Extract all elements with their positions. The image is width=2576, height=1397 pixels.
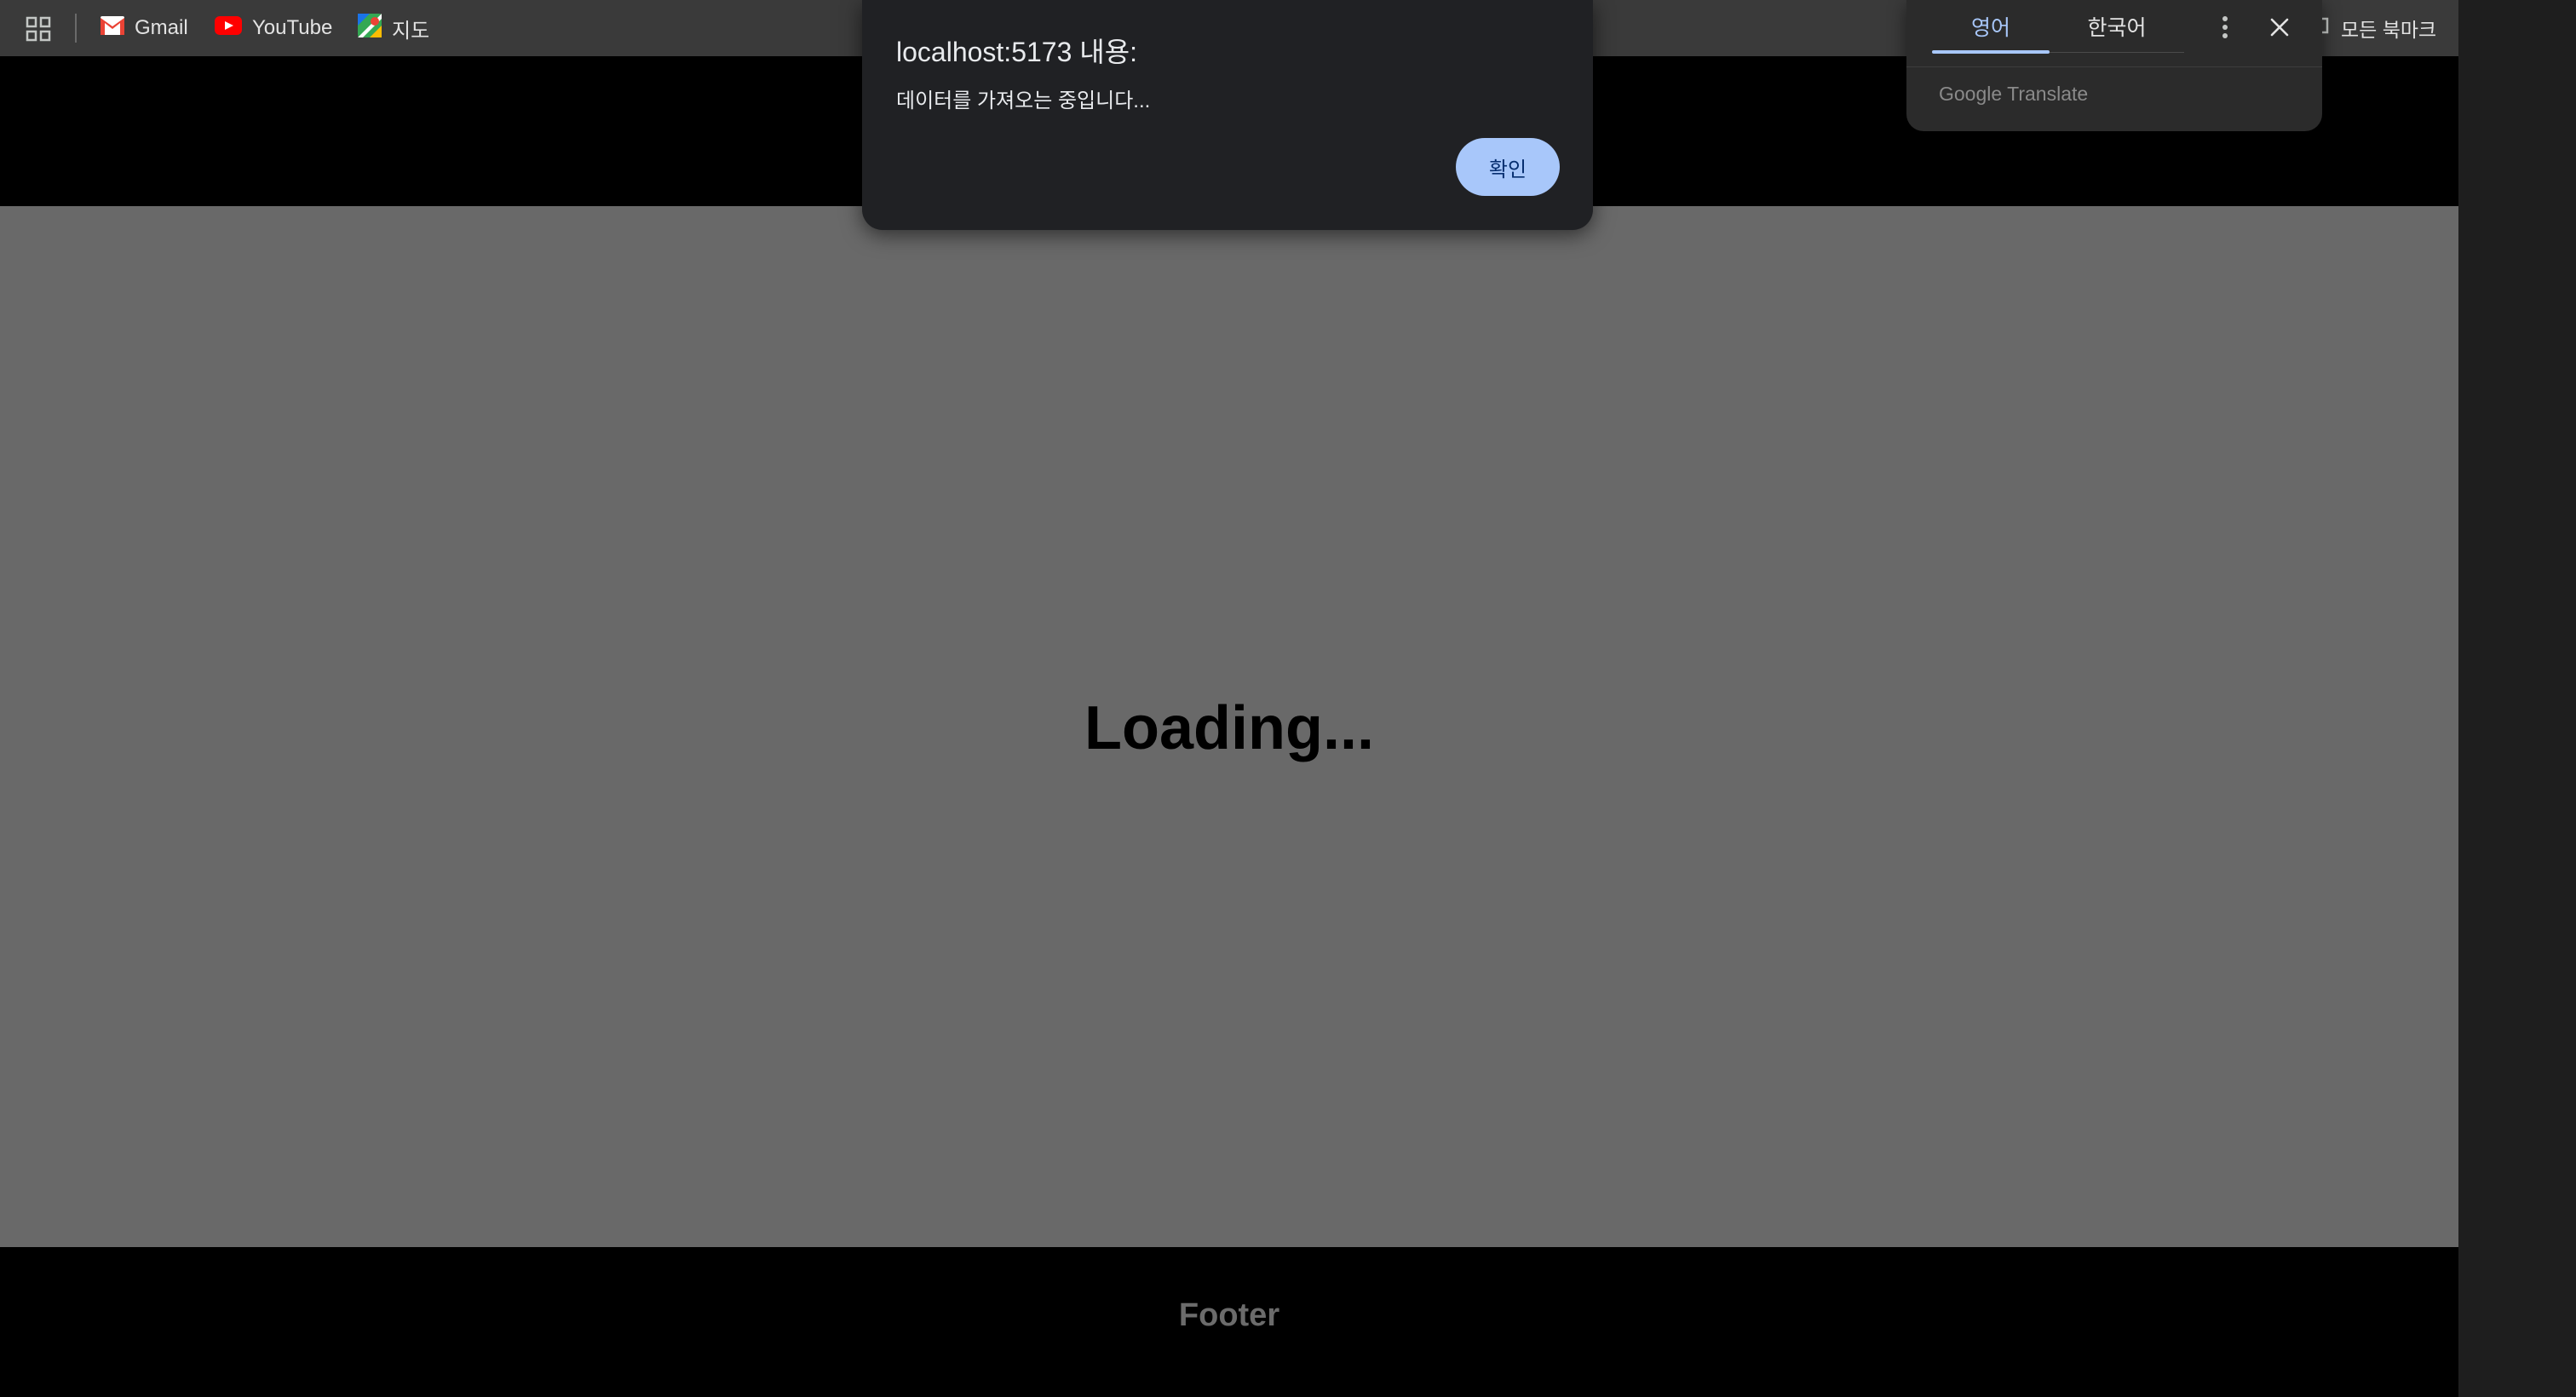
alert-ok-button[interactable]: 확인	[1456, 138, 1560, 196]
all-bookmarks-label: 모든 북마크	[2341, 19, 2437, 41]
loading-text: Loading...	[1084, 694, 1374, 762]
translate-popup: 영어 한국어 Google Translate	[1906, 0, 2322, 131]
page-footer: Footer	[0, 1247, 2458, 1397]
google-translate-brand: Google Translate	[1939, 83, 2089, 105]
browser-viewport: Gmail YouTube 지도 모든 북마크 Loading... Foote…	[0, 0, 2458, 1397]
translate-divider	[1906, 66, 2322, 67]
bookmark-youtube[interactable]: YouTube	[215, 12, 332, 44]
side-panel-gap	[2458, 0, 2576, 1397]
translate-tab-english[interactable]: 영어	[1932, 0, 2050, 53]
bookmark-gmail[interactable]: Gmail	[101, 12, 188, 44]
bookmark-label: Gmail	[135, 16, 188, 39]
translate-active-tab-indicator	[1932, 50, 2050, 54]
alert-message: 데이터를 가져오는 중입니다...	[896, 89, 1151, 112]
alert-title: localhost:5173 내용:	[896, 37, 1138, 67]
alert-dialog: localhost:5173 내용: 데이터를 가져오는 중입니다... 확인	[862, 0, 1593, 230]
page-main: Loading...	[0, 206, 2458, 1247]
all-bookmarks-button[interactable]: 모든 북마크	[2314, 12, 2436, 44]
close-icon[interactable]	[2264, 12, 2295, 43]
bookmarks-divider	[75, 14, 77, 43]
maps-icon	[358, 13, 382, 43]
translate-tab-korean[interactable]: 한국어	[2050, 0, 2184, 53]
youtube-icon	[215, 15, 242, 41]
bookmark-label: YouTube	[252, 16, 333, 39]
apps-grid-icon[interactable]	[26, 16, 51, 42]
gmail-icon	[101, 15, 124, 41]
bookmark-label: 지도	[392, 19, 430, 43]
bookmark-maps[interactable]: 지도	[358, 12, 429, 44]
footer-text: Footer	[1178, 1296, 1280, 1333]
more-options-icon[interactable]	[2210, 12, 2240, 43]
